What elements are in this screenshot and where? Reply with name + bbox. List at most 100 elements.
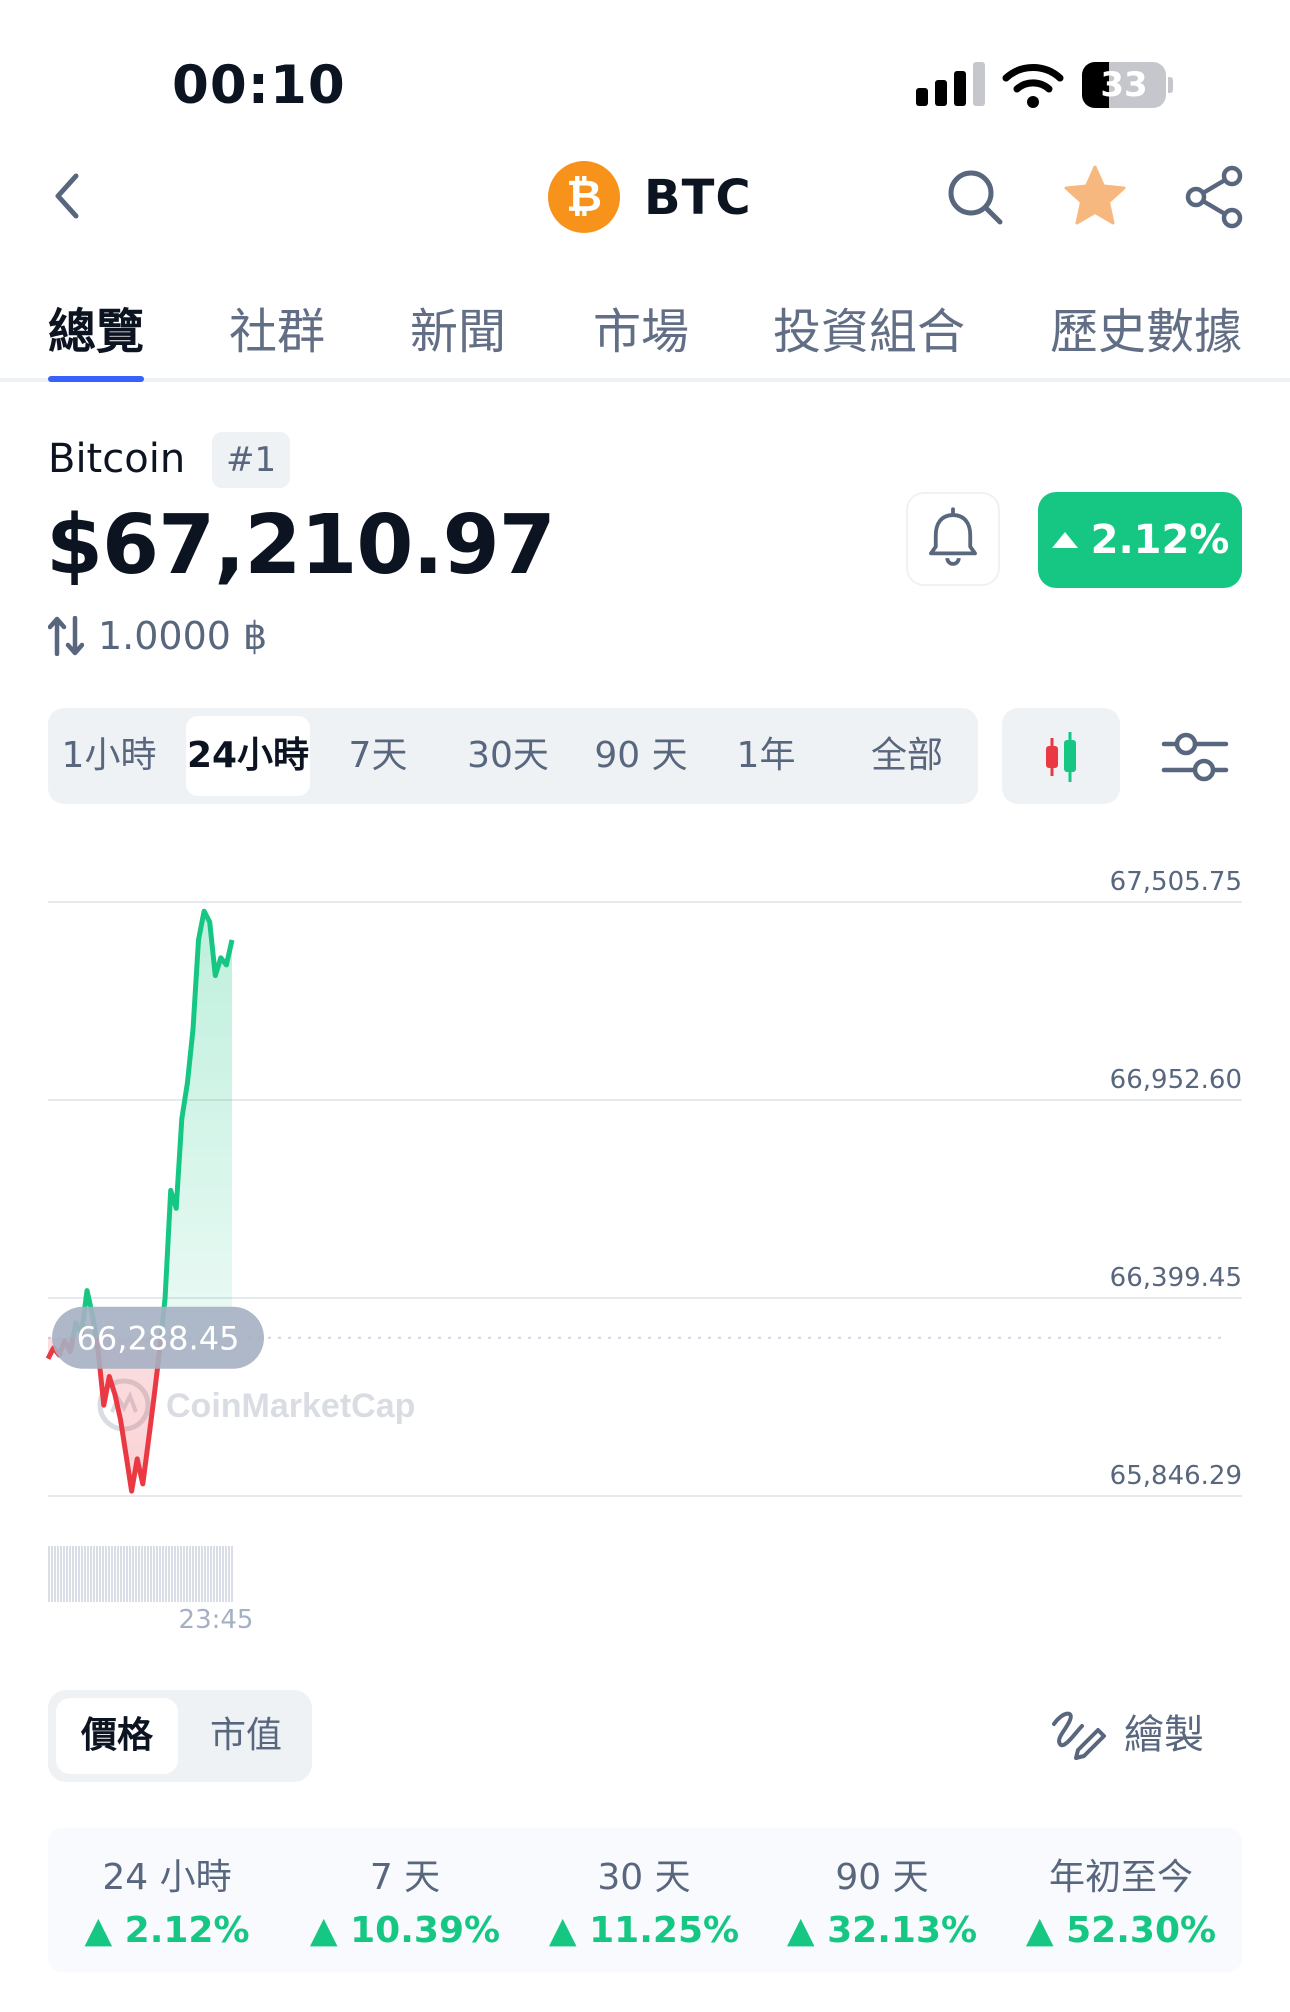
market-cap-toggle-button[interactable]: 市值 — [188, 1698, 304, 1774]
stat-value: ▲ 2.12% — [84, 1910, 250, 1951]
y-axis-tick: 67,505.75 — [1110, 867, 1242, 897]
tab-overview[interactable]: 總覽 — [48, 292, 144, 362]
range-all[interactable]: 全部 — [852, 716, 962, 796]
volume-bar — [231, 1546, 233, 1602]
volume-bar — [132, 1546, 134, 1602]
volume-bar — [171, 1546, 173, 1602]
tab-divider — [0, 378, 1290, 382]
volume-bar — [195, 1546, 197, 1602]
tab-community[interactable]: 社群 — [229, 292, 325, 362]
volume-bar — [84, 1546, 86, 1602]
y-axis-tick: 66,952.60 — [1110, 1065, 1242, 1095]
volume-bar — [210, 1546, 212, 1602]
volume-bar — [135, 1546, 137, 1602]
volume-bar — [63, 1546, 65, 1602]
volume-bar — [207, 1546, 209, 1602]
stat-label: 30 天 — [597, 1857, 691, 1898]
range-24h[interactable]: 24小時 — [186, 716, 310, 796]
conversion-row[interactable]: 1.0000 ฿ — [48, 614, 267, 658]
stat-ytd: 年初至今 ▲ 52.30% — [1002, 1828, 1240, 1951]
volume-bar — [81, 1546, 83, 1602]
volume-bar — [216, 1546, 218, 1602]
stat-7d: 7 天 ▲ 10.39% — [286, 1828, 524, 1951]
stat-value: ▲ 10.39% — [309, 1910, 501, 1951]
volume-bar — [66, 1546, 68, 1602]
stat-90d: 90 天 ▲ 32.13% — [763, 1828, 1001, 1951]
volume-bar — [153, 1546, 155, 1602]
y-axis-tick: 66,399.45 — [1110, 1263, 1242, 1293]
tab-news[interactable]: 新聞 — [410, 292, 506, 362]
tab-historical-data[interactable]: 歷史數據 — [1050, 292, 1242, 362]
rank-badge: #1 — [212, 432, 291, 488]
volume-bar — [126, 1546, 128, 1602]
volume-bar — [48, 1546, 50, 1602]
volume-bar — [102, 1546, 104, 1602]
tab-markets[interactable]: 市場 — [593, 292, 689, 362]
volume-bar — [144, 1546, 146, 1602]
active-tab-indicator — [48, 376, 144, 382]
volume-bar — [87, 1546, 89, 1602]
wifi-icon — [1002, 64, 1064, 108]
battery-level: 33 — [1100, 65, 1148, 105]
volume-bar — [156, 1546, 158, 1602]
volume-bar — [174, 1546, 176, 1602]
star-icon[interactable] — [1062, 164, 1128, 228]
volume-bar — [108, 1546, 110, 1602]
volume-bar — [117, 1546, 119, 1602]
volume-bar — [186, 1546, 188, 1602]
battery-icon: 33 — [1082, 62, 1174, 108]
volume-bar — [168, 1546, 170, 1602]
stat-value: ▲ 11.25% — [548, 1910, 740, 1951]
volume-bar — [75, 1546, 77, 1602]
range-30d[interactable]: 30天 — [458, 716, 558, 796]
search-icon[interactable] — [944, 166, 1006, 228]
volume-bar — [120, 1546, 122, 1602]
volume-bar — [225, 1546, 227, 1602]
volume-bar — [141, 1546, 143, 1602]
volume-bar — [162, 1546, 164, 1602]
volume-bar — [114, 1546, 116, 1602]
coin-price: $67,210.97 — [46, 498, 556, 593]
price-change-value: 2.12% — [1090, 517, 1230, 563]
stat-value: ▲ 52.30% — [1025, 1910, 1217, 1951]
share-icon[interactable] — [1184, 164, 1244, 230]
volume-bar — [180, 1546, 182, 1602]
stat-24h: 24 小時 ▲ 2.12% — [48, 1828, 286, 1951]
time-range-selector: 1小時 24小時 7天 30天 90 天 1年 全部 — [48, 708, 978, 804]
volume-bar — [93, 1546, 95, 1602]
candlestick-toggle-button[interactable] — [1002, 708, 1120, 804]
price-change-badge: 2.12% — [1038, 492, 1242, 588]
volume-bar — [90, 1546, 92, 1602]
price-alert-button[interactable] — [906, 492, 1000, 586]
range-1h[interactable]: 1小時 — [56, 716, 162, 796]
volume-bar — [213, 1546, 215, 1602]
tab-portfolio[interactable]: 投資組合 — [773, 292, 965, 362]
volume-bar — [60, 1546, 62, 1602]
stat-label: 7 天 — [369, 1857, 441, 1898]
volume-bar — [189, 1546, 191, 1602]
stat-value: ▲ 32.13% — [786, 1910, 978, 1951]
cellular-signal-icon — [916, 62, 985, 106]
chart-settings-icon[interactable] — [1160, 722, 1232, 792]
back-arrow-icon[interactable] — [48, 170, 88, 222]
volume-bar — [54, 1546, 56, 1602]
swap-arrows-icon — [48, 616, 84, 656]
range-7d[interactable]: 7天 — [328, 716, 428, 796]
volume-bar — [201, 1546, 203, 1602]
draw-button[interactable]: 繪製 — [1048, 1702, 1204, 1760]
watermark-text: CoinMarketCap — [166, 1387, 415, 1425]
draw-label: 繪製 — [1124, 1712, 1204, 1758]
volume-bar — [165, 1546, 167, 1602]
volume-bar — [183, 1546, 185, 1602]
volume-bars — [48, 1546, 233, 1602]
range-1y[interactable]: 1年 — [716, 716, 816, 796]
price-chart[interactable]: 67,505.75 66,952.60 66,399.45 65,846.29 Coi… — [0, 840, 1290, 1660]
price-toggle-button[interactable]: 價格 — [56, 1698, 178, 1774]
bitcoin-logo-icon: ₿ — [548, 161, 620, 233]
range-90d[interactable]: 90 天 — [586, 716, 696, 796]
volume-bar — [219, 1546, 221, 1602]
candlestick-icon — [1046, 732, 1076, 782]
performance-stats: 24 小時 ▲ 2.12% 7 天 ▲ 10.39% 30 天 ▲ 11.25%… — [48, 1828, 1242, 1972]
conversion-value: 1.0000 ฿ — [98, 614, 268, 658]
volume-bar — [147, 1546, 149, 1602]
